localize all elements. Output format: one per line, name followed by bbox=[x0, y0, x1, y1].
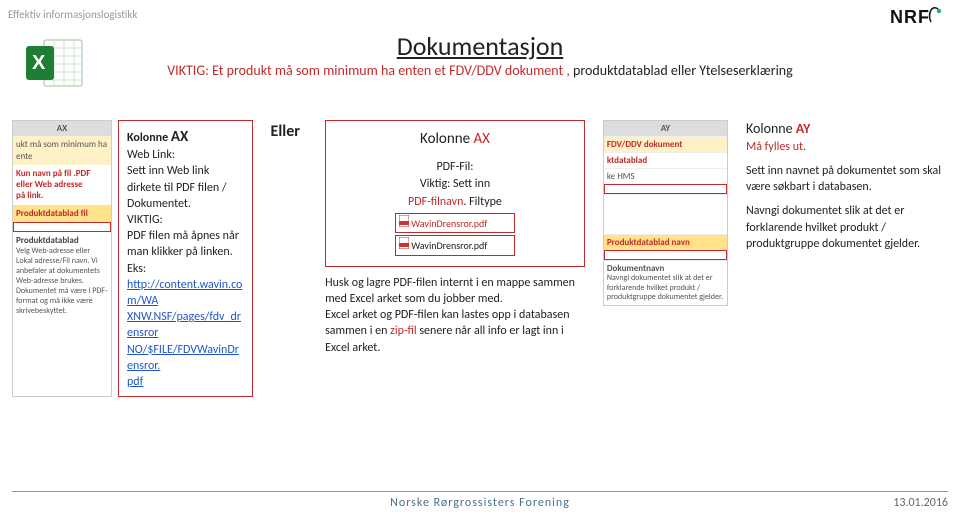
content-row: AX ukt må som minimum ha ente Kun navn p… bbox=[12, 120, 948, 474]
nrf-logo: N R F bbox=[890, 6, 942, 33]
page-subtitle: VIKTIG: Et produkt må som minimum ha ent… bbox=[0, 62, 960, 79]
page-band: Effektiv informasjonslogistikk bbox=[8, 8, 137, 21]
col2: Kolonne AX PDF-Fil: Viktig: Sett inn PDF… bbox=[325, 120, 585, 474]
excel-cell: Produktdatablad fil bbox=[13, 205, 111, 222]
file-example-2: WavinDrensror.pdf bbox=[395, 235, 515, 256]
col-ax-weblink-box: Kolonne AX Web Link: Sett inn Web link d… bbox=[118, 120, 253, 397]
example-link[interactable]: http://content.wavin.com/WA XNW.NSF/page… bbox=[127, 278, 242, 389]
excel-cell: Kun navn på fil .PDF eller Web adresse p… bbox=[13, 165, 111, 205]
excel-colhead-ay: AY bbox=[604, 121, 727, 136]
excel-empty-cell bbox=[604, 250, 727, 260]
file-example-1: WavinDrensror.pdf bbox=[395, 213, 515, 234]
page-title: Dokumentasjon bbox=[0, 30, 960, 62]
must-fill: Må fylles ut. bbox=[746, 139, 948, 155]
excel-empty-cell bbox=[604, 184, 727, 194]
slide: Effektiv informasjonslogistikk N R F Dok… bbox=[0, 0, 960, 520]
svg-text:X: X bbox=[32, 52, 46, 74]
col3: AY FDV/DDV dokument ktdatablad ke HMS Pr… bbox=[603, 120, 728, 474]
excel-cell: ukt må som minimum ha ente bbox=[13, 136, 111, 165]
footer: Norske Rørgrossisters Forening 13.01.201… bbox=[12, 491, 948, 510]
excel-icon: X bbox=[24, 36, 86, 95]
pdf-icon bbox=[399, 237, 409, 249]
svg-text:R: R bbox=[904, 7, 917, 27]
col-ax-heading: Kolonne AX bbox=[127, 127, 244, 147]
col1: AX ukt må som minimum ha ente Kun navn p… bbox=[12, 120, 253, 474]
col4: Kolonne AY Må fylles ut. Sett inn navnet… bbox=[746, 120, 948, 474]
pdf-icon bbox=[399, 215, 409, 227]
subtitle-rest: produktdatablad eller Ytelseserklæring bbox=[570, 62, 793, 79]
excel-colhead-ax: AX bbox=[13, 121, 111, 136]
excel-snippet-ay: AY FDV/DDV dokument ktdatablad ke HMS Pr… bbox=[603, 120, 728, 306]
excel-tooltip: Dokumentnavn Navngi dokumentet slik at d… bbox=[604, 260, 727, 305]
col-ay-box: Kolonne AY Må fylles ut. Sett inn navnet… bbox=[746, 120, 948, 252]
col-ay-heading: Kolonne AY bbox=[746, 120, 948, 139]
footer-center: Norske Rørgrossisters Forening bbox=[92, 496, 868, 510]
col2-note: Husk og lagre PDF-filen internt i en map… bbox=[325, 275, 585, 356]
excel-empty-cell bbox=[13, 222, 111, 232]
svg-text:F: F bbox=[918, 7, 929, 27]
excel-tooltip: Produktdatablad Velg Web-adresse eller L… bbox=[13, 232, 111, 319]
footer-date: 13.01.2016 bbox=[868, 496, 948, 510]
subtitle-important: VIKTIG: Et produkt må som minimum ha ent… bbox=[167, 62, 570, 79]
svg-text:N: N bbox=[890, 7, 903, 27]
excel-snippet-ax: AX ukt må som minimum ha ente Kun navn p… bbox=[12, 120, 112, 397]
col-ax-pdf-box: Kolonne AX PDF-Fil: Viktig: Sett inn PDF… bbox=[325, 120, 585, 267]
col-ax-heading-2: Kolonne AX bbox=[334, 129, 576, 151]
separator-eller: Eller bbox=[271, 120, 308, 474]
